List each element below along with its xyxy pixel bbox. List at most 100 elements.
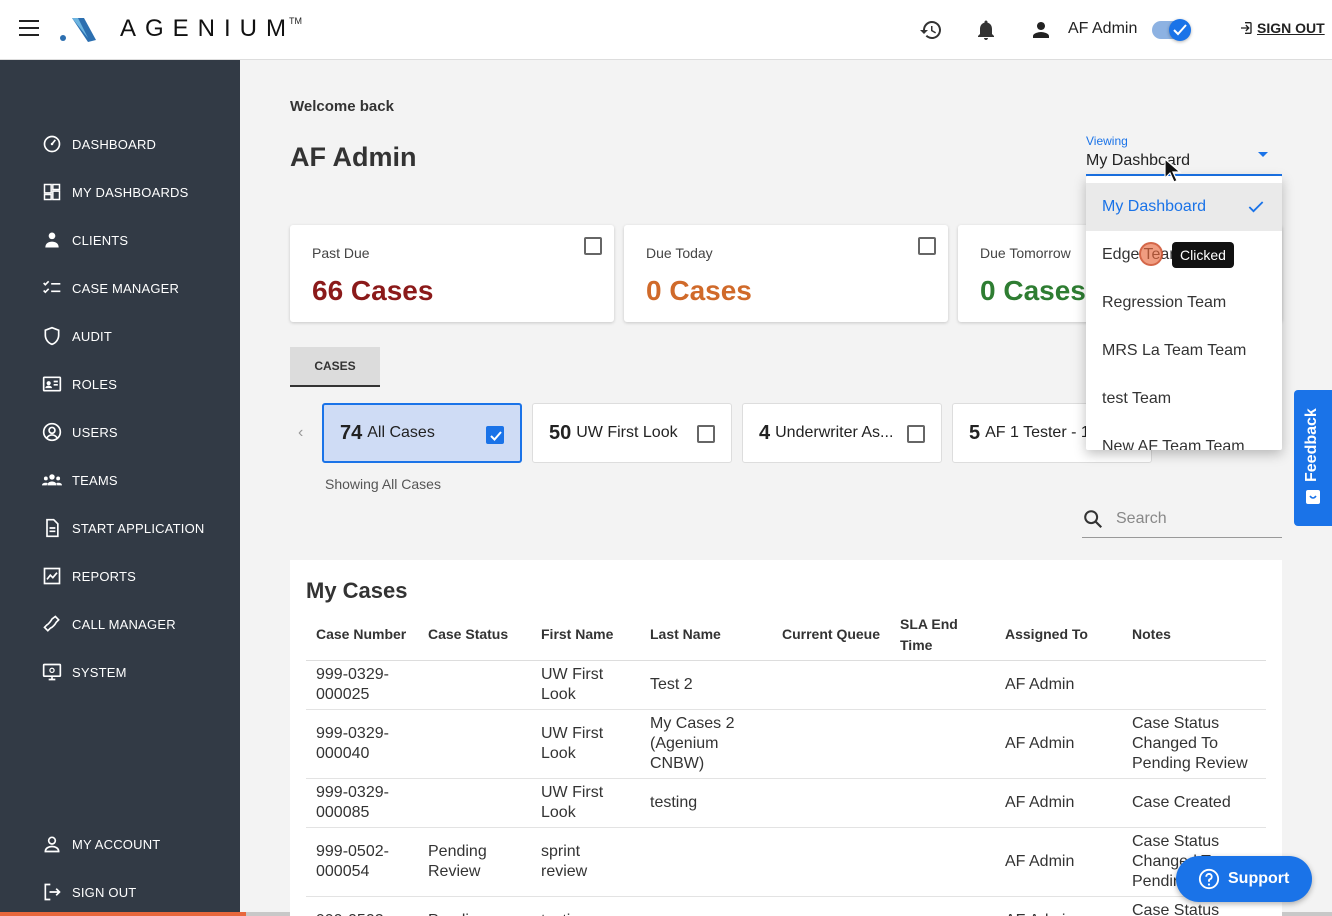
shield-icon	[42, 326, 62, 346]
viewing-select[interactable]: Viewing My Dashboard	[1086, 134, 1282, 176]
logout-icon	[42, 882, 62, 902]
sidebar-item-my-account[interactable]: MY ACCOUNT	[0, 824, 240, 864]
bell-icon[interactable]	[974, 18, 998, 42]
sidebar-item-call-manager[interactable]: CALL MANAGER	[0, 604, 240, 644]
card-checkbox[interactable]	[584, 237, 602, 255]
queue-chip-all-cases[interactable]: 74 All Cases	[322, 403, 522, 463]
user-icon[interactable]	[1029, 18, 1053, 42]
table-cell: Case Status Changed To Pending Review	[1122, 709, 1266, 779]
menu-icon[interactable]	[19, 20, 39, 36]
table-row[interactable]: 999-0502- Pending testing AF Admin Case …	[306, 896, 1266, 916]
panel-title: My Cases	[306, 578, 408, 603]
sidebar-item-label: SYSTEM	[72, 664, 127, 680]
column-header[interactable]: Current Queue	[772, 610, 890, 661]
chip-checkbox[interactable]	[486, 426, 504, 444]
column-header[interactable]: SLA End Time	[890, 610, 995, 661]
header-sign-out-link[interactable]: SIGN OUT	[1237, 20, 1325, 36]
sidebar-item-label: DASHBOARD	[72, 136, 157, 152]
table-cell: AF Admin	[995, 660, 1122, 710]
sidebar-item-clients[interactable]: CLIENTS	[0, 220, 240, 260]
sidebar-item-teams[interactable]: TEAMS	[0, 460, 240, 500]
column-header[interactable]: First Name	[531, 610, 640, 661]
history-icon[interactable]	[919, 18, 943, 42]
sidebar-item-system[interactable]: SYSTEM	[0, 652, 240, 692]
sidebar-item-users[interactable]: USERS	[0, 412, 240, 452]
sign-out-label: SIGN OUT	[1257, 20, 1325, 36]
chart-icon	[42, 566, 62, 586]
sidebar-item-sign-out[interactable]: SIGN OUT	[0, 872, 240, 912]
person-outline-icon	[42, 834, 62, 854]
table-cell	[640, 896, 772, 916]
table-cell	[890, 709, 995, 779]
dropdown-option[interactable]: My Dashboard	[1086, 183, 1282, 231]
table-row[interactable]: 999-0329-000025 UW First Look Test 2 AF …	[306, 660, 1266, 710]
table-cell: testing	[531, 896, 640, 916]
column-header[interactable]: Last Name	[640, 610, 772, 661]
card-checkbox[interactable]	[918, 237, 936, 255]
column-header[interactable]: Case Number	[306, 610, 418, 661]
dropdown-option[interactable]: test Team	[1086, 375, 1282, 423]
table-row[interactable]: 999-0502-000054 Pending Review sprint re…	[306, 827, 1266, 897]
table-cell	[640, 827, 772, 897]
due-today-card[interactable]: Due Today 0 Cases	[624, 225, 948, 322]
past-due-card[interactable]: Past Due 66 Cases	[290, 225, 614, 322]
header-user-name[interactable]: AF Admin	[1068, 20, 1137, 38]
chip-checkbox[interactable]	[697, 425, 715, 443]
checklist-icon	[42, 278, 62, 298]
showing-text: Showing All Cases	[325, 476, 441, 492]
table-cell	[772, 827, 890, 897]
table-cell	[418, 660, 531, 710]
account-circle-icon	[42, 422, 62, 442]
sidebar-item-reports[interactable]: REPORTS	[0, 556, 240, 596]
mode-toggle[interactable]	[1152, 19, 1191, 41]
table-cell: Pending	[418, 896, 531, 916]
sidebar-item-my-dashboards[interactable]: MY DASHBOARDS	[0, 172, 240, 212]
logo: AGENIUM TM	[58, 14, 308, 44]
dropdown-option[interactable]: New AF Team Team	[1086, 423, 1282, 450]
table-row[interactable]: 999-0329-000040 UW First Look My Cases 2…	[306, 709, 1266, 779]
sidebar-item-roles[interactable]: ROLES	[0, 364, 240, 404]
card-value: 66 Cases	[312, 275, 434, 306]
table-row[interactable]: 999-0329-000085 UW First Look testing AF…	[306, 778, 1266, 828]
sidebar-item-case-manager[interactable]: CASE MANAGER	[0, 268, 240, 308]
chip-checkbox[interactable]	[907, 425, 925, 443]
support-button[interactable]: Support	[1176, 856, 1312, 902]
tab-cases[interactable]: CASES	[290, 347, 380, 387]
id-card-icon	[42, 374, 62, 394]
mouse-cursor-icon	[1164, 158, 1182, 183]
dropdown-option[interactable]: MRS La Team Team	[1086, 327, 1282, 375]
sidebar-item-label: MY ACCOUNT	[72, 836, 161, 852]
option-label: test Team	[1102, 390, 1172, 407]
table-cell: UW First Look	[531, 709, 640, 779]
chevron-left-icon[interactable]: ‹	[298, 424, 303, 442]
chip-label: Underwriter As...	[775, 424, 894, 441]
table-cell: AF Admin	[995, 709, 1122, 779]
top-bar: AGENIUM TM AF Admin SIGN OUT	[0, 0, 1332, 60]
sidebar: DASHBOARD MY DASHBOARDS CLIENTS CASE MAN…	[0, 60, 240, 916]
table-cell: AF Admin	[995, 778, 1122, 828]
sidebar-item-label: REPORTS	[72, 568, 137, 584]
column-header[interactable]: Case Status	[418, 610, 531, 661]
card-label: Due Today	[646, 245, 713, 261]
sidebar-item-label: TEAMS	[72, 472, 118, 488]
table-cell: 999-0329-000040	[306, 709, 418, 779]
chip-count: 4	[759, 421, 771, 444]
search-input[interactable]	[1116, 509, 1276, 528]
queue-chip-underwriter[interactable]: 4 Underwriter As...	[742, 403, 942, 463]
sidebar-item-start-application[interactable]: START APPLICATION	[0, 508, 240, 548]
caret-down-icon	[1258, 152, 1268, 157]
sidebar-item-audit[interactable]: AUDIT	[0, 316, 240, 356]
dropdown-option[interactable]: Regression Team	[1086, 279, 1282, 327]
sidebar-item-label: CLIENTS	[72, 232, 129, 248]
check-icon	[1248, 201, 1264, 213]
column-header[interactable]: Notes	[1122, 610, 1266, 661]
search-field[interactable]	[1082, 500, 1282, 538]
feedback-button[interactable]: Feedback	[1294, 390, 1332, 526]
grid-icon	[42, 182, 62, 202]
sidebar-item-dashboard[interactable]: DASHBOARD	[0, 124, 240, 164]
column-header[interactable]: Assigned To	[995, 610, 1122, 661]
queue-chip-uw-first-look[interactable]: 50 UW First Look	[532, 403, 732, 463]
my-cases-panel: My Cases Case Number Case Status First N…	[290, 560, 1282, 916]
table-cell	[890, 660, 995, 710]
monitor-icon	[42, 662, 62, 682]
